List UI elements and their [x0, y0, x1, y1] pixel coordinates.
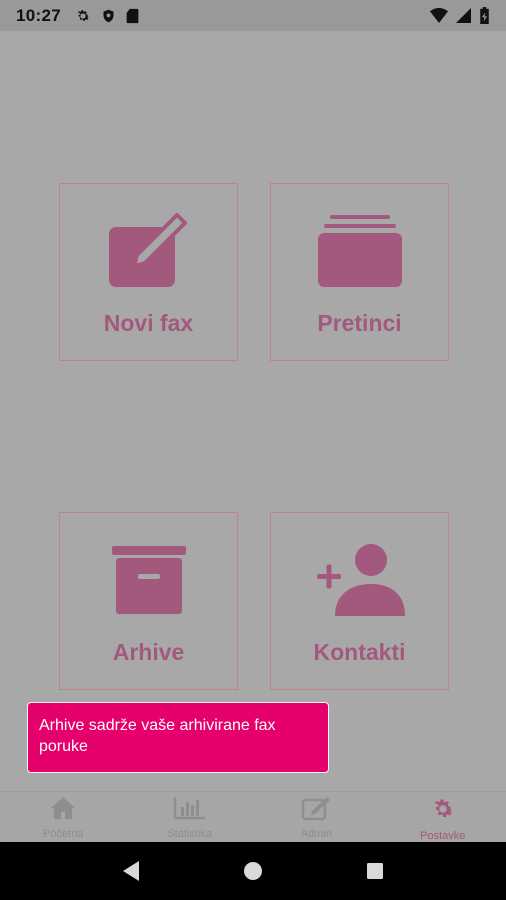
nav-label-admin: Admin	[300, 828, 332, 840]
nav-item-postavke[interactable]: Postavke	[380, 792, 506, 842]
recents-square-icon[interactable]	[355, 851, 395, 891]
tile-kontakti[interactable]: Kontakti	[270, 512, 449, 690]
tile-pretinci[interactable]: Pretinci	[270, 183, 449, 361]
sd-card-icon	[126, 8, 139, 24]
home-icon	[50, 796, 76, 825]
nav-label-statistika: Statistika	[167, 828, 213, 840]
tile-label-novi-fax: Novi fax	[103, 310, 194, 336]
inbox-stack-icon	[316, 206, 404, 296]
tile-label-arhive: Arhive	[112, 639, 185, 665]
status-time: 10:27	[16, 5, 61, 25]
wifi-icon	[430, 8, 448, 23]
system-nav-bar	[0, 842, 506, 900]
status-right-icons	[430, 7, 490, 24]
bottom-nav: Početna Statistika Admin Postavke	[0, 791, 506, 842]
gear-icon	[430, 796, 456, 827]
edit-icon	[107, 206, 191, 296]
nav-label-pocetna: Početna	[43, 828, 84, 840]
toast-text: Arhive sadrže vaše arhivirane fax poruke	[39, 717, 276, 755]
gear-icon	[75, 8, 91, 24]
signal-icon	[456, 8, 471, 23]
battery-charging-icon	[479, 7, 490, 24]
add-contact-icon	[315, 535, 405, 625]
bar-chart-icon	[173, 796, 207, 825]
main-content: Novi fax Pretinci Arhive Kontakti	[0, 31, 506, 791]
tile-label-kontakti: Kontakti	[313, 639, 406, 665]
nav-item-pocetna[interactable]: Početna	[0, 792, 127, 842]
status-bar: 10:27	[0, 0, 506, 31]
tile-arhive[interactable]: Arhive	[59, 512, 238, 690]
nav-label-postavke: Postavke	[420, 830, 466, 842]
home-circle-icon[interactable]	[233, 851, 273, 891]
nav-item-statistika[interactable]: Statistika	[127, 792, 254, 842]
toast-message: Arhive sadrže vaše arhivirane fax poruke	[27, 702, 329, 773]
shield-icon	[101, 8, 116, 24]
tile-label-pretinci: Pretinci	[317, 310, 402, 336]
archive-box-icon	[110, 535, 188, 625]
back-icon[interactable]	[111, 851, 151, 891]
edit-icon	[301, 796, 331, 825]
tile-novi-fax[interactable]: Novi fax	[59, 183, 238, 361]
status-left-icons	[75, 8, 139, 24]
nav-item-admin[interactable]: Admin	[253, 792, 380, 842]
